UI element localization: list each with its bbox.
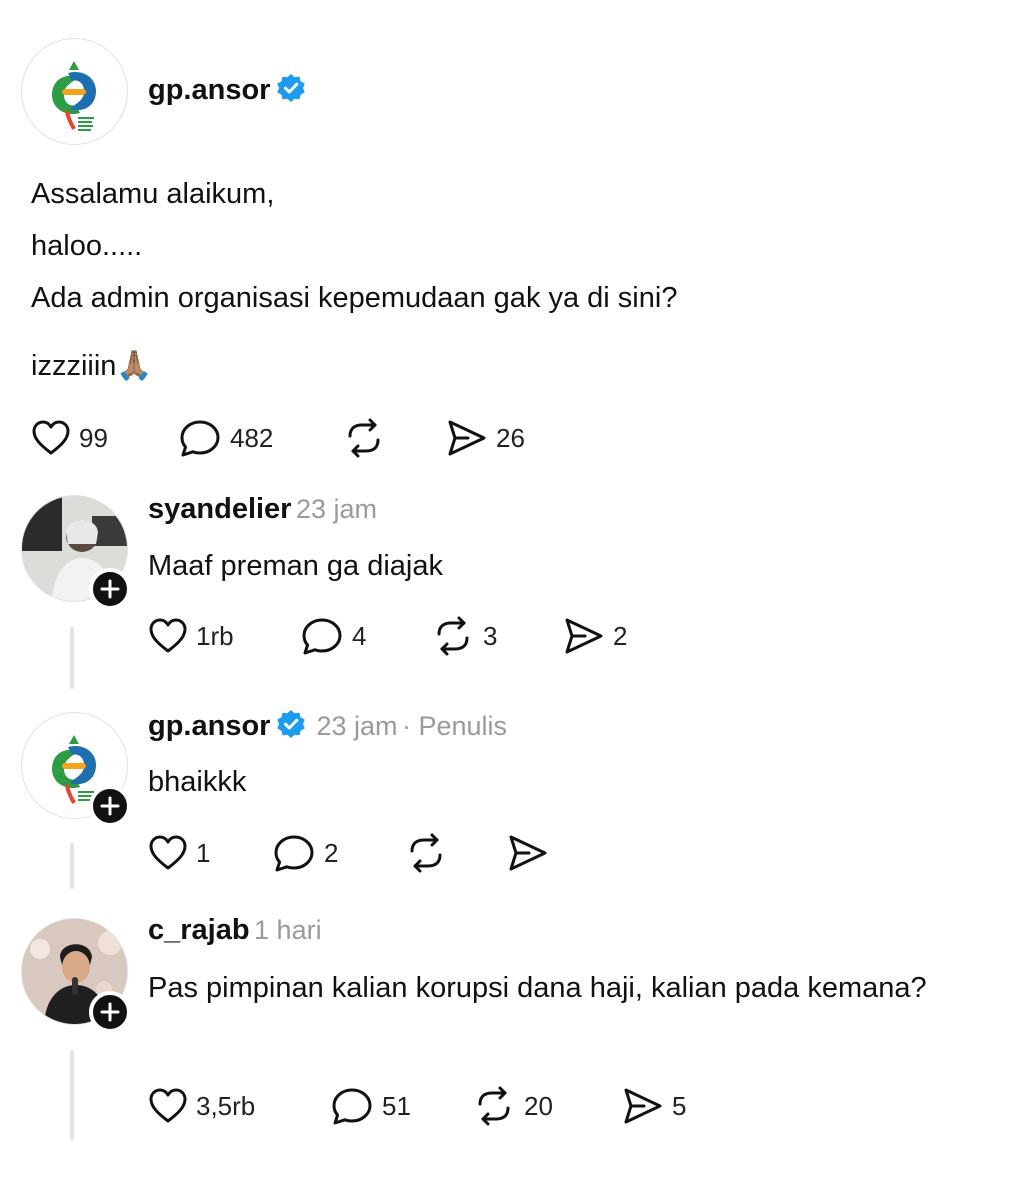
comment-icon [274,835,314,872]
like-count: 99 [79,422,108,453]
like-button[interactable]: 1 [148,834,210,872]
repost-count: 3 [483,620,498,651]
heart-icon [149,835,187,870]
comment-icon [302,618,342,655]
comment-time: 1 hari [254,915,322,945]
like-button[interactable]: 3,5rb [148,1087,255,1125]
share-button[interactable]: 26 [446,419,525,457]
post-line: Assalamu alaikum, [31,178,275,210]
comment-time: 23 jam [295,494,377,524]
repost-icon [478,1086,510,1126]
repost-button[interactable]: 20 [472,1086,553,1126]
send-icon [624,1088,662,1124]
reply-button[interactable]: 482 [178,418,273,458]
send-icon [565,618,603,654]
follow-button[interactable] [89,991,131,1033]
heart-icon [32,420,70,455]
like-button[interactable]: 99 [31,419,108,457]
thread-line [70,1050,74,1140]
send-icon [448,420,486,456]
repost-icon [437,616,469,656]
repost-icon [410,833,442,873]
verified-badge-icon [277,74,306,102]
comment-header: gp.ansor 23 jam · Penulis [148,709,507,743]
reply-count: 51 [382,1090,411,1121]
comment-text: Maaf preman ga diajak [148,550,443,582]
comment-time: 23 jam [316,711,398,741]
plus-icon [100,796,120,816]
heart-icon [149,618,187,653]
reply-count: 482 [230,422,274,453]
gp-ansor-logo-icon [52,61,96,131]
post-line: haloo..... [31,230,143,262]
share-button[interactable] [507,834,549,872]
reply-count: 4 [352,620,367,651]
repost-count: 20 [524,1090,553,1121]
comment-author[interactable]: syandelier [148,493,291,525]
repost-button[interactable] [342,418,386,458]
comment-header: c_rajab 1 hari [148,914,322,947]
reply-button[interactable]: 4 [300,616,366,656]
comment-text: Pas pimpinan kalian korupsi dana haji, k… [148,972,927,1004]
repost-button[interactable] [404,833,448,873]
heart-icon [149,1088,187,1123]
reply-count: 2 [324,837,339,868]
thread-line [70,627,74,689]
repost-icon [348,418,380,458]
thread-line [70,843,74,889]
comment-icon [180,420,220,457]
post-author[interactable]: gp.ansor [148,73,306,107]
reply-button[interactable]: 51 [330,1086,411,1126]
send-icon [509,835,547,871]
comment-icon [332,1088,372,1125]
like-button[interactable]: 1rb [148,617,234,655]
share-button[interactable]: 5 [622,1087,686,1125]
comment-text: bhaikkk [148,766,247,798]
reply-button[interactable]: 2 [272,833,338,873]
share-count: 26 [496,422,525,453]
like-count: 3,5rb [196,1090,256,1121]
comment-header: syandelier 23 jam [148,493,377,526]
post-line: Ada admin organisasi kepemudaan gak ya d… [31,282,678,314]
author-role-label: · Penulis [401,711,508,741]
post-author-name[interactable]: gp.ansor [148,74,270,106]
plus-icon [100,579,120,599]
repost-button[interactable]: 3 [431,616,497,656]
share-count: 2 [613,620,628,651]
like-count: 1rb [196,620,234,651]
share-count: 5 [672,1090,687,1121]
verified-badge-icon [277,710,306,738]
author-avatar[interactable] [21,38,128,145]
plus-icon [100,1002,120,1022]
post-line: izzziiin🙏🏽 [31,350,153,382]
follow-button[interactable] [89,785,131,827]
follow-button[interactable] [89,568,131,610]
comment-author[interactable]: c_rajab [148,914,250,946]
comment-author[interactable]: gp.ansor [148,710,270,742]
share-button[interactable]: 2 [563,617,627,655]
like-count: 1 [196,837,211,868]
